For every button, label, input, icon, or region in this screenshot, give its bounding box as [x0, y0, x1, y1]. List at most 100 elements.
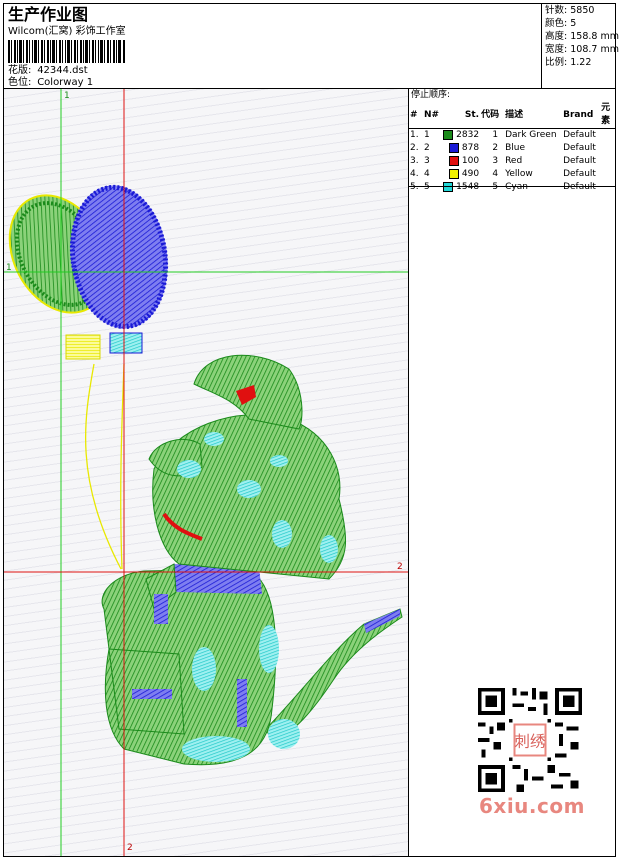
row-stitches: 100 [440, 155, 480, 168]
col-description: 描述 [504, 102, 563, 129]
row-stitch-count: 1548 [456, 182, 480, 192]
table-row: 1. 1 2832 1 Dark Green Default [409, 129, 615, 143]
stop-sequence-title: 停止顺序: [411, 90, 451, 100]
table-header-row: # N# St. 代码 描述 Brand 元素 [409, 102, 615, 129]
stat-colors-label: 颜色: [545, 18, 568, 29]
color-swatch [449, 155, 460, 166]
stat-width-label: 宽度: [545, 44, 568, 55]
green-axis-label-top: 1 [64, 91, 70, 101]
design-file-label: 花版: [8, 65, 32, 76]
color-swatch [449, 168, 460, 179]
row-description: Dark Green [505, 130, 557, 140]
stat-stitches-label: 针数: [545, 5, 568, 16]
color-swatch [449, 142, 460, 153]
mouse-figure [101, 354, 403, 766]
header: 生产作业图 Wilcom(汇窝) 彩饰工作室 花版: 42344.dst 色位:… [8, 5, 538, 89]
row-code: 4 [492, 169, 499, 179]
row-stitch-count: 490 [461, 169, 480, 179]
stat-scale-label: 比例: [545, 57, 568, 68]
row-stitches: 878 [440, 142, 480, 155]
col-index: # [409, 102, 423, 129]
stat-height: 高度: 158.8 mm [545, 30, 619, 43]
row-brand: Default [563, 156, 596, 166]
table-row: 2. 2 878 2 Blue Default [409, 142, 615, 155]
stat-stitches: 针数: 5850 [545, 4, 615, 17]
row-stitches: 2832 [440, 129, 480, 143]
stat-width: 宽度: 108.7 mm [545, 43, 619, 56]
col-brand: Brand [562, 102, 601, 129]
row-needle: 2 [424, 143, 430, 153]
row-needle: 5 [424, 182, 430, 192]
colorway-value: Colorway 1 [37, 77, 94, 88]
red-axis-label-right: 2 [397, 562, 403, 572]
embroidery-artwork [4, 89, 408, 856]
stat-scale: 比例: 1.22 [545, 56, 615, 69]
row-index: 4. [410, 169, 419, 179]
stop-sequence-table: # N# St. 代码 描述 Brand 元素 1. 1 2832 1 Dark… [409, 102, 615, 194]
production-sheet: 生产作业图 Wilcom(汇窝) 彩饰工作室 花版: 42344.dst 色位:… [3, 3, 619, 857]
stop-sequence-panel: 停止顺序: # N# St. 代码 描述 Brand 元素 1. 1 2832 [409, 89, 615, 192]
design-preview: 1 1 2 2 [4, 89, 408, 856]
row-brand: Default [563, 169, 596, 179]
row-description: Cyan [505, 182, 528, 192]
row-index: 3. [410, 156, 419, 166]
balloon-string-1 [84, 363, 122, 570]
stat-scale-value: 1.22 [570, 57, 592, 68]
stat-stitches-value: 5850 [570, 5, 595, 16]
row-element [600, 168, 615, 181]
blue-balloon-shape [69, 184, 169, 354]
col-stitches: St. [440, 102, 481, 129]
row-needle: 3 [424, 156, 430, 166]
design-stats: 针数: 5850 颜色: 5 高度: 158.8 mm 宽度: 108.7 mm… [541, 4, 619, 88]
stat-colors: 颜色: 5 [545, 17, 615, 30]
row-element [600, 155, 615, 168]
barcode-image [8, 40, 125, 63]
row-description: Blue [505, 143, 525, 153]
row-description: Red [505, 156, 523, 166]
row-stitch-count: 2832 [456, 130, 480, 140]
preview-divider [408, 89, 409, 856]
design-file-value: 42344.dst [37, 65, 88, 76]
row-index: 5. [410, 182, 419, 192]
site-watermark: 6xiu.com [479, 794, 585, 818]
table-row: 4. 4 490 4 Yellow Default [409, 168, 615, 181]
table-row: 3. 3 100 3 Red Default [409, 155, 615, 168]
stat-colors-value: 5 [570, 18, 577, 29]
table-row: 5. 5 1548 5 Cyan Default [409, 181, 615, 194]
row-index: 2. [410, 143, 419, 153]
row-brand: Default [563, 130, 596, 140]
stat-width-value: 108.7 mm [570, 44, 619, 55]
row-stitches: 490 [440, 168, 480, 181]
qr-code-image: 刺绣 [474, 684, 586, 796]
row-stitch-count: 100 [461, 156, 480, 166]
row-index: 1. [410, 130, 419, 140]
col-code: 代码 [480, 102, 505, 129]
row-stitches: 1548 [440, 181, 480, 194]
color-swatch [443, 129, 454, 140]
panel-divider [409, 186, 615, 187]
qr-center-stamp: 刺绣 [515, 733, 546, 751]
green-axis-label-left: 1 [6, 263, 12, 273]
col-needle: N# [423, 102, 441, 129]
stop-sequence-body: 1. 1 2832 1 Dark Green Default 2. 2 878 … [409, 129, 615, 195]
row-code: 5 [492, 182, 499, 192]
design-file-line: 花版: 42344.dst [8, 65, 88, 77]
stat-height-value: 158.8 mm [570, 31, 619, 42]
row-needle: 4 [424, 169, 430, 179]
row-brand: Default [563, 182, 596, 192]
red-axis-label-bottom: 2 [127, 843, 133, 853]
row-code: 3 [492, 156, 499, 166]
row-description: Yellow [505, 169, 533, 179]
row-element [600, 142, 615, 155]
row-element [600, 181, 615, 194]
row-brand: Default [563, 143, 596, 153]
row-code: 2 [492, 143, 499, 153]
row-stitch-count: 878 [461, 143, 480, 153]
studio-subtitle: Wilcom(汇窝) 彩饰工作室 [8, 26, 126, 37]
stat-height-label: 高度: [545, 31, 568, 42]
col-element: 元素 [600, 102, 615, 129]
row-needle: 1 [424, 130, 430, 140]
page-title: 生产作业图 [8, 5, 89, 24]
row-code: 1 [492, 130, 499, 140]
row-element [600, 129, 615, 143]
